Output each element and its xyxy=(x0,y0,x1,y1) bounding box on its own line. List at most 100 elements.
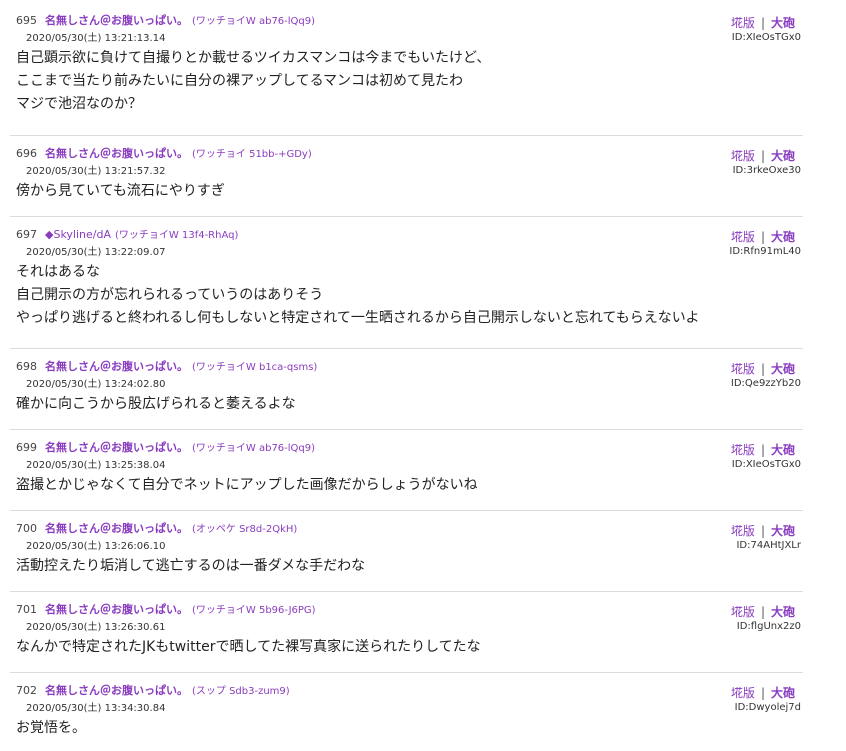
post: 699 名無しさん＠お腹いっぱい。 (ワッチョイW ab76-lQq9) 2020/0… xyxy=(10,435,803,511)
post-line: 自己開示の方が忘れられるっていうのはありそう xyxy=(16,287,324,303)
post-date: 2020/05/30(土) 13:25:38.04 xyxy=(26,460,166,471)
board-link[interactable]: 埖版 xyxy=(731,16,755,30)
board-link[interactable]: 埖版 xyxy=(731,362,755,376)
wacchoi-id: (ワッチョイ 51bb-+GDy) xyxy=(192,149,312,160)
cannon-link[interactable]: 大砲 xyxy=(771,443,795,457)
post-actions: 埖版 | 大砲 xyxy=(731,147,795,164)
post-line: 確かに向こうから股広げられると萎えるよな xyxy=(16,396,296,412)
wacchoi-id: (ワッチョイW ab76-lQq9) xyxy=(192,16,316,27)
poster-id[interactable]: ID:flgUnx2z0 xyxy=(737,621,801,632)
cannon-link[interactable]: 大砲 xyxy=(771,605,795,619)
post-date: 2020/05/30(土) 13:21:57.32 xyxy=(26,166,166,177)
link-separator: | xyxy=(760,230,765,244)
post-line: なんかで特定されたJKもtwitterで晒してた裸写真家に送られたりしてたな xyxy=(16,639,481,655)
post-line: 活動控えたり垢消して逃亡するのは一番ダメな手だわな xyxy=(16,558,366,574)
post-actions: 埖版 | 大砲 xyxy=(731,441,795,458)
poster-name[interactable]: 名無しさん＠お腹いっぱい。 xyxy=(45,147,188,160)
poster-name[interactable]: 名無しさん＠お腹いっぱい。 xyxy=(45,684,188,697)
post-line: お覚悟を。 xyxy=(16,720,86,736)
board-link[interactable]: 埖版 xyxy=(731,524,755,538)
post-line: やっぱり逃げると終われるし何もしないと特定されて一生晒されるから自己開示しないと… xyxy=(16,310,700,326)
post-header: 702 名無しさん＠お腹いっぱい。 (スップ Sdb3-zum9) xyxy=(16,682,290,698)
post-number[interactable]: 695 xyxy=(16,14,37,27)
post-header: 699 名無しさん＠お腹いっぱい。 (ワッチョイW ab76-lQq9) xyxy=(16,439,315,455)
post-body: お覚悟を。 xyxy=(16,717,86,740)
post: 701 名無しさん＠お腹いっぱい。 (ワッチョイW 5b96-J6PG) 2020/0… xyxy=(10,597,803,673)
cannon-link[interactable]: 大砲 xyxy=(771,686,795,700)
post-actions: 埖版 | 大砲 xyxy=(731,360,795,377)
poster-name[interactable]: ◆Skyline/dA xyxy=(45,228,111,241)
post-number[interactable]: 698 xyxy=(16,360,37,373)
post-actions: 埖版 | 大砲 xyxy=(731,684,795,701)
post: 702 名無しさん＠お腹いっぱい。 (スップ Sdb3-zum9) 2020/05/3… xyxy=(10,678,803,751)
board-link[interactable]: 埖版 xyxy=(731,149,755,163)
cannon-link[interactable]: 大砲 xyxy=(771,149,795,163)
board-link[interactable]: 埖版 xyxy=(731,686,755,700)
post: 697 ◆Skyline/dA (ワッチョイW 13f4-RhAq) 2020/05/… xyxy=(10,222,803,349)
post-number[interactable]: 702 xyxy=(16,684,37,697)
poster-id[interactable]: ID:XIeOsTGx0 xyxy=(732,459,801,470)
post-line: 傍から見ていても流石にやりすぎ xyxy=(16,183,225,199)
poster-id[interactable]: ID:Rfn91mL40 xyxy=(729,246,801,257)
post-actions: 埖版 | 大砲 xyxy=(731,228,795,245)
post-date: 2020/05/30(土) 13:26:30.61 xyxy=(26,622,166,633)
link-separator: | xyxy=(760,16,765,30)
post-line: それはあるな xyxy=(16,264,100,280)
link-separator: | xyxy=(760,605,765,619)
poster-id[interactable]: ID:3rkeOxe30 xyxy=(733,165,801,176)
post-actions: 埖版 | 大砲 xyxy=(731,522,795,539)
poster-id[interactable]: ID:Qe9zzYb20 xyxy=(731,378,801,389)
poster-id[interactable]: ID:Dwyolej7d xyxy=(735,702,801,713)
post-number[interactable]: 697 xyxy=(16,228,37,241)
board-link[interactable]: 埖版 xyxy=(731,443,755,457)
post-date: 2020/05/30(土) 13:22:09.07 xyxy=(26,247,166,258)
board-link[interactable]: 埖版 xyxy=(731,605,755,619)
poster-id[interactable]: ID:74AHtJXLr xyxy=(736,540,801,551)
wacchoi-id: (オッペケ Sr8d-2QkH) xyxy=(192,524,298,535)
post-body: 活動控えたり垢消して逃亡するのは一番ダメな手だわな xyxy=(16,555,365,578)
board-link[interactable]: 埖版 xyxy=(731,230,755,244)
post-number[interactable]: 699 xyxy=(16,441,37,454)
post-header: 701 名無しさん＠お腹いっぱい。 (ワッチョイW 5b96-J6PG) xyxy=(16,601,316,617)
poster-name[interactable]: 名無しさん＠お腹いっぱい。 xyxy=(45,360,188,373)
link-separator: | xyxy=(760,524,765,538)
link-separator: | xyxy=(760,149,765,163)
post-number[interactable]: 700 xyxy=(16,522,37,535)
poster-name[interactable]: 名無しさん＠お腹いっぱい。 xyxy=(45,522,188,535)
post-body: 確かに向こうから股広げられると萎えるよな xyxy=(16,393,296,416)
post: 696 名無しさん＠お腹いっぱい。 (ワッチョイ 51bb-+GDy) 2020/05… xyxy=(10,141,803,217)
poster-name[interactable]: 名無しさん＠お腹いっぱい。 xyxy=(45,603,188,616)
link-separator: | xyxy=(760,443,765,457)
post-body: 盗撮とかじゃなくて自分でネットにアップした画像だからしょうがないね xyxy=(16,474,478,497)
post-date: 2020/05/30(土) 13:24:02.80 xyxy=(26,379,166,390)
poster-name[interactable]: 名無しさん＠お腹いっぱい。 xyxy=(45,441,188,454)
link-separator: | xyxy=(760,362,765,376)
wacchoi-id: (スップ Sdb3-zum9) xyxy=(192,686,290,697)
post-header: 697 ◆Skyline/dA (ワッチョイW 13f4-RhAq) xyxy=(16,226,238,241)
post-body: 傍から見ていても流石にやりすぎ xyxy=(16,180,225,203)
cannon-link[interactable]: 大砲 xyxy=(771,230,795,244)
post-number[interactable]: 701 xyxy=(16,603,37,616)
post-header: 696 名無しさん＠お腹いっぱい。 (ワッチョイ 51bb-+GDy) xyxy=(16,145,312,161)
post-number[interactable]: 696 xyxy=(16,147,37,160)
poster-id[interactable]: ID:XIeOsTGx0 xyxy=(732,32,801,43)
cannon-link[interactable]: 大砲 xyxy=(771,16,795,30)
post-line: 盗撮とかじゃなくて自分でネットにアップした画像だからしょうがないね xyxy=(16,477,478,493)
wacchoi-id: (ワッチョイW 13f4-RhAq) xyxy=(115,230,239,241)
poster-name[interactable]: 名無しさん＠お腹いっぱい。 xyxy=(45,14,188,27)
post-actions: 埖版 | 大砲 xyxy=(731,14,795,31)
post-line: ここまで当たり前みたいに自分の裸アップしてるマンコは初めて見たわ xyxy=(16,73,464,89)
post: 700 名無しさん＠お腹いっぱい。 (オッペケ Sr8d-2QkH) 2020/05/… xyxy=(10,516,803,592)
cannon-link[interactable]: 大砲 xyxy=(771,524,795,538)
cannon-link[interactable]: 大砲 xyxy=(771,362,795,376)
post-date: 2020/05/30(土) 13:26:06.10 xyxy=(26,541,166,552)
post-line: マジで池沼なのか？ xyxy=(16,96,142,112)
post: 698 名無しさん＠お腹いっぱい。 (ワッチョイW b1ca-qsms) 2020/0… xyxy=(10,354,803,430)
post-body: なんかで特定されたJKもtwitterで晒してた裸写真家に送られたりしてたな xyxy=(16,636,481,659)
post: 695 名無しさん＠お腹いっぱい。 (ワッチョイW ab76-lQq9) 2020/0… xyxy=(10,8,803,136)
post-body: 自己顕示欲に負けて自撮りとか載せるツイカスマンコは今までもいたけど、 ここまで当た… xyxy=(16,47,490,116)
post-header: 698 名無しさん＠お腹いっぱい。 (ワッチョイW b1ca-qsms) xyxy=(16,358,317,374)
post-header: 700 名無しさん＠お腹いっぱい。 (オッペケ Sr8d-2QkH) xyxy=(16,520,297,536)
post-body: それはあるな自己開示の方が忘れられるっていうのはありそうやっぱり逃げると終われる… xyxy=(16,261,699,330)
wacchoi-id: (ワッチョイW ab76-lQq9) xyxy=(192,443,316,454)
